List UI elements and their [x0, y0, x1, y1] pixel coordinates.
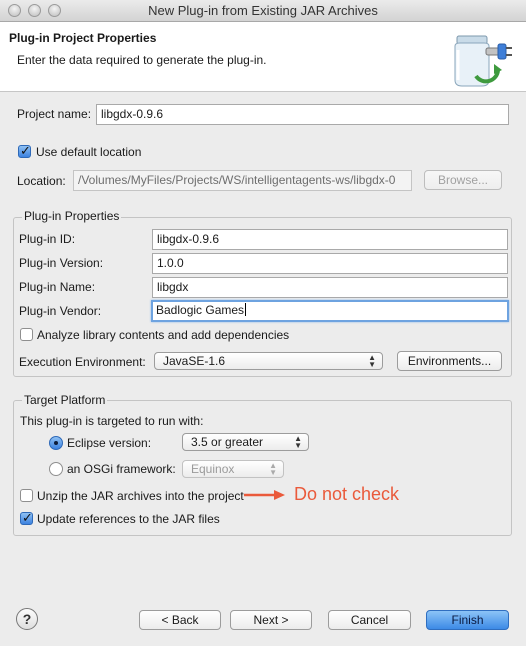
analyze-library-checkbox[interactable]: [20, 328, 33, 341]
window-titlebar: New Plug-in from Existing JAR Archives: [0, 0, 526, 22]
cancel-button[interactable]: Cancel: [328, 610, 411, 630]
location-input: /Volumes/MyFiles/Projects/WS/intelligent…: [73, 170, 412, 191]
jar-plugin-icon: [454, 35, 512, 87]
select-arrows-icon: ▲ ▼: [269, 461, 277, 477]
plugin-version-label: Plug-in Version:: [19, 256, 104, 270]
osgi-framework-label: an OSGi framework:: [67, 462, 176, 476]
page-description: Enter the data required to generate the …: [17, 53, 267, 67]
select-arrows-icon: ▲ ▼: [294, 434, 302, 450]
execution-environment-label: Execution Environment:: [19, 355, 146, 369]
osgi-framework-value: Equinox: [191, 462, 235, 476]
location-label: Location:: [17, 174, 66, 188]
plugin-id-label: Plug-in ID:: [19, 232, 76, 246]
back-button[interactable]: < Back: [139, 610, 221, 630]
page-title: Plug-in Project Properties: [9, 31, 157, 45]
eclipse-version-value: 3.5 or greater: [191, 435, 264, 449]
environments-button[interactable]: Environments...: [397, 351, 502, 371]
eclipse-version-radio[interactable]: [49, 436, 63, 450]
plugin-vendor-value: Badlogic Games: [156, 303, 245, 317]
annotation-arrow-icon: [244, 490, 285, 500]
unzip-archives-label: Unzip the JAR archives into the project: [37, 489, 244, 503]
finish-button[interactable]: Finish: [426, 610, 509, 630]
use-default-location-checkbox[interactable]: [18, 143, 31, 159]
execution-environment-select[interactable]: JavaSE-1.6 ▲ ▼: [154, 352, 383, 370]
do-not-check-annotation: Do not check: [294, 484, 400, 504]
plugin-id-input[interactable]: libgdx-0.9.6: [152, 229, 508, 250]
help-icon[interactable]: ?: [16, 608, 38, 630]
update-references-label: Update references to the JAR files: [37, 512, 220, 526]
eclipse-version-label: Eclipse version:: [67, 436, 152, 450]
eclipse-version-select[interactable]: 3.5 or greater ▲ ▼: [182, 433, 309, 451]
plugin-name-input[interactable]: libgdx: [152, 277, 508, 298]
execution-environment-value: JavaSE-1.6: [163, 354, 226, 368]
target-platform-intro: This plug-in is targeted to run with:: [20, 414, 204, 428]
analyze-library-label: Analyze library contents and add depende…: [37, 328, 290, 342]
plugin-name-label: Plug-in Name:: [19, 280, 96, 294]
unzip-archives-checkbox[interactable]: [20, 489, 33, 502]
next-button[interactable]: Next >: [230, 610, 312, 630]
project-name-label: Project name:: [17, 107, 92, 121]
project-name-input[interactable]: libgdx-0.9.6: [96, 104, 509, 125]
plugin-vendor-label: Plug-in Vendor:: [19, 304, 102, 318]
use-default-location-label: Use default location: [36, 145, 142, 159]
window-title: New Plug-in from Existing JAR Archives: [148, 3, 378, 18]
update-references-checkbox[interactable]: [20, 510, 33, 526]
wizard-header: Plug-in Project Properties Enter the dat…: [0, 22, 526, 92]
select-arrows-icon: ▲ ▼: [368, 353, 376, 369]
text-caret: [245, 303, 247, 316]
plugin-properties-group-label: Plug-in Properties: [22, 209, 122, 223]
plugin-vendor-input[interactable]: Badlogic Games: [151, 300, 509, 322]
plugin-version-input[interactable]: 1.0.0: [152, 253, 508, 274]
browse-button: Browse...: [424, 170, 502, 190]
target-platform-group-label: Target Platform: [22, 393, 108, 407]
osgi-framework-radio[interactable]: [49, 462, 63, 476]
osgi-framework-select: Equinox ▲ ▼: [182, 460, 284, 478]
